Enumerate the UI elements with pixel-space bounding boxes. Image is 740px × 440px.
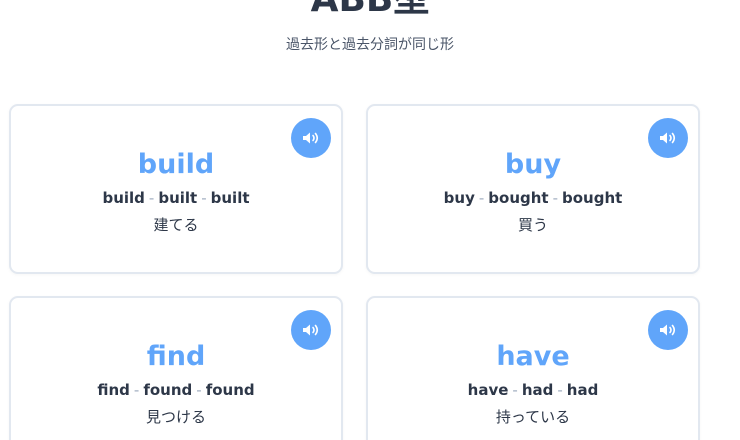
form-separator: - (148, 189, 155, 207)
form-separator: - (557, 381, 563, 399)
verb-word: build (137, 149, 215, 180)
verb-card-build: build build - built - built 建てる (9, 104, 343, 274)
page: ABB型 過去形と過去分詞が同じ形 build build-built-buil… (0, 0, 740, 440)
verb-forms: find - found - found (11, 379, 341, 401)
speaker-icon (660, 132, 676, 144)
base-form: have (467, 381, 509, 399)
form-separator: - (201, 189, 207, 207)
form-separator: - (196, 381, 202, 399)
verb-card-buy: buy buy - bought - bought 買う (366, 104, 700, 274)
speaker-icon (660, 324, 676, 336)
verb-meaning: 持っている (495, 408, 571, 426)
past-form: had (521, 381, 554, 399)
verb-card-have: have have - had - had 持っている (366, 296, 700, 440)
form-separator: - (512, 381, 518, 399)
participle-form: found (205, 381, 255, 399)
participle-form: built (210, 189, 250, 207)
verb-meaning: 建てる (153, 216, 199, 234)
participle-form: had (566, 381, 599, 399)
form-separator: - (478, 189, 485, 207)
past-form: found (143, 381, 193, 399)
past-form: bought (488, 189, 549, 207)
verb-meaning: 見つける (145, 408, 206, 426)
page-title: ABB型 (0, 0, 740, 22)
verb-word: find (146, 341, 206, 372)
speaker-icon (303, 324, 319, 336)
verb-card-find: find find - found - found 見つける (9, 296, 343, 440)
form-separator: - (133, 381, 140, 399)
base-form: build (102, 189, 145, 207)
speaker-icon (303, 132, 319, 144)
form-separator: - (552, 189, 559, 207)
participle-form: bought (562, 189, 623, 207)
base-form: buy (443, 189, 475, 207)
verb-forms: build - built - built (11, 187, 341, 209)
verb-forms: buy - bought - bought (368, 187, 698, 209)
verb-word: have (496, 341, 570, 372)
past-form: built (158, 189, 198, 207)
verb-forms: have - had - had (368, 379, 698, 401)
verb-meaning: 買う (517, 216, 548, 234)
verb-word: buy (504, 149, 562, 180)
base-form: find (97, 381, 130, 399)
page-subtitle: 過去形と過去分詞が同じ形 (286, 37, 454, 53)
